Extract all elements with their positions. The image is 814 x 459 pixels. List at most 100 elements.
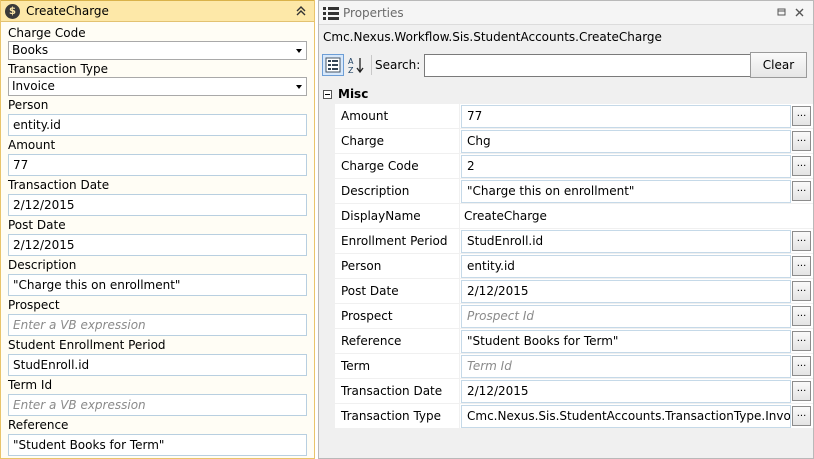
- amount-label: Amount: [8, 138, 56, 152]
- property-value-displayname: CreateCharge: [461, 205, 791, 228]
- prospect-label: Prospect: [8, 298, 60, 312]
- ellipsis-button[interactable]: ...: [792, 306, 811, 326]
- property-value-transaction-date[interactable]: 2/12/2015: [461, 380, 791, 403]
- selected-object-type: Cmc.Nexus.Workflow.Sis.StudentAccounts.C…: [323, 30, 662, 44]
- property-value-charge[interactable]: Chg: [461, 130, 791, 153]
- student-enrollment-period-input[interactable]: StudEnroll.id: [8, 354, 307, 376]
- ellipsis-button[interactable]: ...: [792, 256, 811, 276]
- charge-code-combo[interactable]: Books: [8, 41, 307, 60]
- ellipsis-button[interactable]: ...: [792, 156, 811, 176]
- property-row-displayname[interactable]: DisplayName CreateCharge: [335, 204, 813, 229]
- property-name: Enrollment Period: [335, 229, 460, 253]
- property-name: Person: [335, 254, 460, 278]
- property-name: Prospect: [335, 304, 460, 328]
- property-row-amount[interactable]: Amount 77...: [335, 104, 813, 129]
- post-date-input[interactable]: 2/12/2015: [8, 234, 307, 256]
- ellipsis-button[interactable]: ...: [792, 331, 811, 351]
- property-value-term[interactable]: Term Id: [461, 355, 791, 378]
- property-row-post-date[interactable]: Post Date 2/12/2015...: [335, 279, 813, 304]
- property-value-post-date[interactable]: 2/12/2015: [461, 280, 791, 303]
- properties-window: Properties Cmc.Nexus.Workflow.Sis.Studen…: [318, 0, 814, 459]
- amount-input[interactable]: 77: [8, 154, 307, 176]
- category-misc[interactable]: Misc: [319, 84, 813, 104]
- property-value-enrollment-period[interactable]: StudEnroll.id: [461, 230, 791, 253]
- property-row-description[interactable]: Description "Charge this on enrollment"..…: [335, 179, 813, 204]
- category-name: Misc: [338, 87, 369, 101]
- ellipsis-button[interactable]: ...: [792, 231, 811, 251]
- property-row-person[interactable]: Person entity.id...: [335, 254, 813, 279]
- ellipsis-button[interactable]: ...: [792, 356, 811, 376]
- property-value-description[interactable]: "Charge this on enrollment": [461, 180, 791, 203]
- ellipsis-button[interactable]: ...: [792, 181, 811, 201]
- search-label: Search:: [375, 58, 421, 72]
- property-name: Charge Code: [335, 154, 460, 178]
- reference-label: Reference: [8, 418, 69, 432]
- transaction-date-input[interactable]: 2/12/2015: [8, 194, 307, 216]
- alphabetical-button[interactable]: A Z: [345, 54, 367, 76]
- transaction-type-value: Invoice: [12, 79, 55, 93]
- property-row-enrollment-period[interactable]: Enrollment Period StudEnroll.id...: [335, 229, 813, 254]
- property-value-charge-code[interactable]: 2: [461, 155, 791, 178]
- activity-title: CreateCharge: [26, 4, 109, 18]
- person-label: Person: [8, 98, 49, 112]
- property-row-reference[interactable]: Reference "Student Books for Term"...: [335, 329, 813, 354]
- properties-toolbar: A Z Search: Clear: [319, 51, 813, 79]
- property-row-term[interactable]: Term Term Id...: [335, 354, 813, 379]
- description-input[interactable]: "Charge this on enrollment": [8, 274, 307, 296]
- pin-icon[interactable]: [776, 7, 787, 18]
- property-name: Reference: [335, 329, 460, 353]
- categorized-button[interactable]: [322, 54, 344, 76]
- activity-header[interactable]: $ CreateCharge: [1, 0, 314, 22]
- svg-text:Z: Z: [348, 66, 354, 74]
- svg-text:A: A: [348, 57, 354, 66]
- activity-designer: $ CreateCharge Charge Code Books Transac…: [0, 0, 315, 459]
- toolbar-separator: [371, 55, 372, 75]
- collapse-icon[interactable]: [294, 4, 308, 18]
- property-row-transaction-date[interactable]: Transaction Date 2/12/2015...: [335, 379, 813, 404]
- charge-code-value: Books: [12, 43, 49, 57]
- property-value-transaction-type[interactable]: Cmc.Nexus.Sis.StudentAccounts.Transactio…: [461, 405, 791, 428]
- student-enrollment-period-label: Student Enrollment Period: [8, 338, 166, 352]
- term-id-input[interactable]: Enter a VB expression: [8, 394, 307, 416]
- property-value-reference[interactable]: "Student Books for Term": [461, 330, 791, 353]
- dropdown-arrow-icon[interactable]: [296, 49, 302, 53]
- person-input[interactable]: entity.id: [8, 114, 307, 136]
- search-input[interactable]: [424, 53, 756, 77]
- property-rows: Amount 77... Charge Chg... Charge Code 2... De…: [319, 104, 813, 429]
- ellipsis-button[interactable]: ...: [792, 281, 811, 301]
- ellipsis-button[interactable]: ...: [792, 131, 811, 151]
- ellipsis-button[interactable]: ...: [792, 106, 811, 126]
- property-grid: Misc Amount 77... Charge Chg... Charge Code 2…: [319, 84, 813, 429]
- clear-button[interactable]: Clear: [750, 52, 807, 78]
- transaction-type-label: Transaction Type: [8, 62, 109, 76]
- activity-fields: Charge Code Books Transaction Type Invoi…: [1, 22, 314, 456]
- ellipsis-button[interactable]: ...: [792, 406, 811, 426]
- description-label: Description: [8, 258, 77, 272]
- dollar-icon: $: [5, 3, 20, 19]
- property-row-charge-code[interactable]: Charge Code 2...: [335, 154, 813, 179]
- close-icon[interactable]: [794, 7, 805, 18]
- property-value-person[interactable]: entity.id: [461, 255, 791, 278]
- property-name: Amount: [335, 104, 460, 128]
- reference-input[interactable]: "Student Books for Term": [8, 434, 307, 456]
- property-value-prospect[interactable]: Prospect Id: [461, 305, 791, 328]
- property-name: DisplayName: [335, 204, 460, 228]
- prospect-input[interactable]: Enter a VB expression: [8, 314, 307, 336]
- property-row-prospect[interactable]: Prospect Prospect Id...: [335, 304, 813, 329]
- property-name: Term: [335, 354, 460, 378]
- property-row-charge[interactable]: Charge Chg...: [335, 129, 813, 154]
- dropdown-arrow-icon[interactable]: [296, 85, 302, 89]
- transaction-type-combo[interactable]: Invoice: [8, 77, 307, 96]
- collapse-category-icon[interactable]: [323, 89, 332, 99]
- property-name: Transaction Date: [335, 379, 460, 403]
- property-value-amount[interactable]: 77: [461, 105, 791, 128]
- properties-title: Properties: [343, 5, 404, 20]
- categorized-icon: [325, 57, 341, 73]
- property-row-transaction-type[interactable]: Transaction Type Cmc.Nexus.Sis.StudentAcc…: [335, 404, 813, 429]
- properties-icon: [323, 6, 339, 20]
- property-name: Description: [335, 179, 460, 203]
- ellipsis-button[interactable]: ...: [792, 381, 811, 401]
- transaction-date-label: Transaction Date: [8, 178, 110, 192]
- term-id-label: Term Id: [8, 378, 53, 392]
- sort-alphabetical-icon: A Z: [348, 57, 364, 74]
